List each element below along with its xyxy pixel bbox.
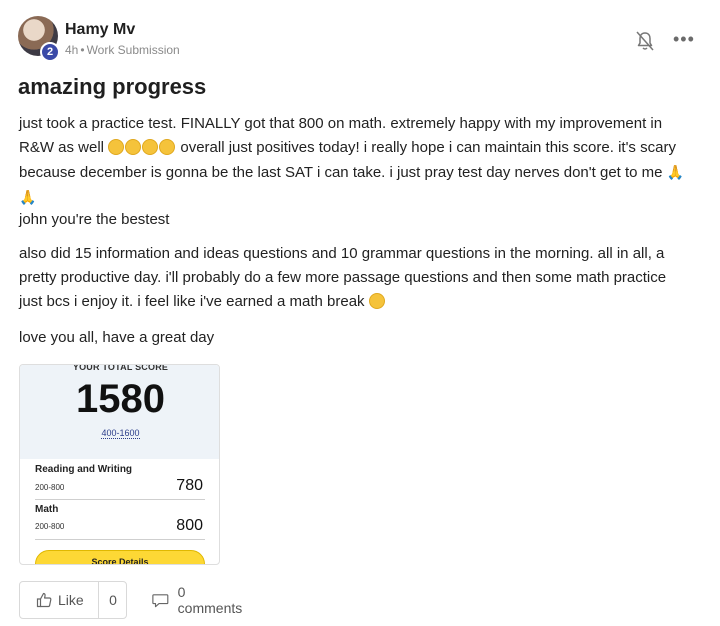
section-divider [35,539,205,540]
comments-button[interactable]: 0 comments [152,581,245,619]
like-label: Like [58,592,84,608]
thumbs-up-icon [36,592,52,608]
total-score: 1580 [76,377,165,421]
bell-off-icon[interactable] [635,30,655,52]
section-label: Math [35,504,59,515]
section-label: Reading and Writing [35,464,133,475]
comments-label: 0 comments [177,584,243,616]
section-range: 200-800 [35,522,65,531]
post-paragraph: just took a practice test. FINALLY got t… [19,112,689,210]
post-time: 4h [65,43,79,57]
post-title: amazing progress [18,74,207,99]
score-details-button: Score Details [35,550,205,564]
section-score: 800 [176,517,203,534]
post-category[interactable]: Work Submission [87,43,180,57]
score-heading: YOUR TOTAL SCORE [72,364,169,372]
section-divider [35,499,205,500]
pray-emoji-icon: 🙏 [19,189,37,205]
total-score-range: 400-1600 [101,428,140,439]
more-horizontal-icon[interactable]: ••• [673,29,695,49]
post-paragraph: love you all, have a great day [19,329,215,346]
score-report-image[interactable]: YOUR TOTAL SCORE 1580 400-1600 Reading a… [19,364,220,565]
comment-bubble-icon [152,593,169,607]
section-score: 780 [176,477,203,494]
post-meta: 4h • Work Submission [65,43,180,57]
relieved-emoji-icon [368,293,385,309]
avatar[interactable]: 2 [18,16,60,62]
paragraph-text: also did 15 information and ideas questi… [19,245,667,310]
section-range: 200-800 [35,483,65,492]
post-paragraph: also did 15 information and ideas questi… [19,242,689,314]
tired-emoji-icon [108,139,176,156]
like-count[interactable]: 0 [99,582,127,618]
post-header: 2 Hamy Mv 4h • Work Submission ••• [18,16,702,64]
like-button[interactable]: Like [20,582,98,618]
pray-emoji-icon: 🙏 [666,164,685,180]
like-control: Like 0 [19,581,127,619]
author-name[interactable]: Hamy Mv [65,21,135,39]
level-badge: 2 [40,42,60,62]
post-paragraph: john you're the bestest [19,211,170,228]
